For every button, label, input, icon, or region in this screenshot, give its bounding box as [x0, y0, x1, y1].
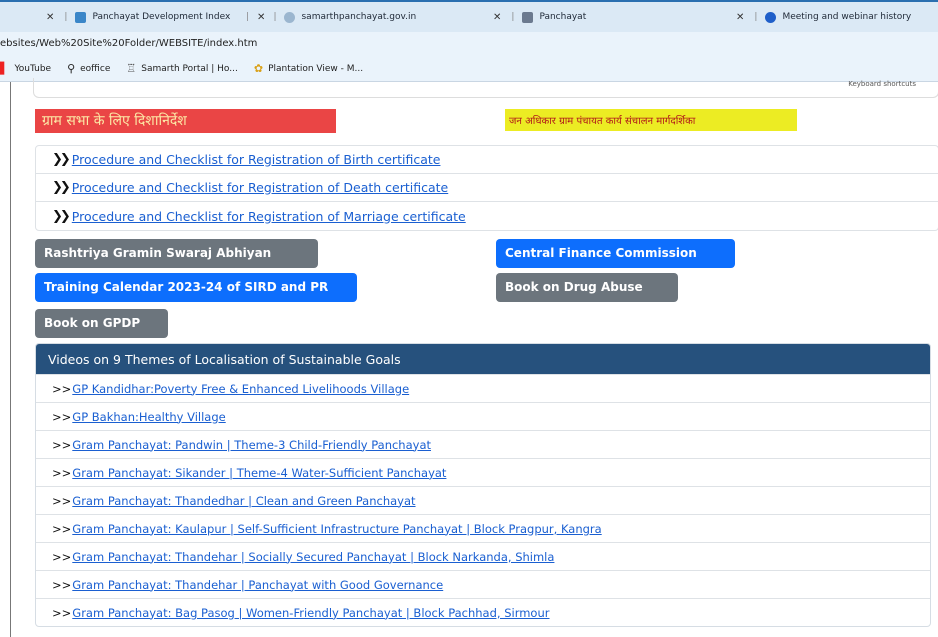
bookmark-label: eoffice: [80, 63, 111, 74]
map-card: Keyboard shortcuts: [33, 78, 938, 98]
bookmark-samarth-portal[interactable]: ♖ Samarth Portal | Ho...: [126, 62, 238, 75]
tab-title: Panchayat Development Index: [92, 12, 231, 22]
book-gpdp-button[interactable]: Book on GPDP: [35, 309, 168, 338]
bookmark-eoffice[interactable]: ⚲ eoffice: [67, 62, 110, 75]
video-link[interactable]: Gram Panchayat: Sikander | Theme-4 Water…: [72, 466, 446, 480]
bookmark-label: YouTube: [14, 63, 52, 74]
list-item: >> Gram Panchayat: Kaulapur | Self-Suffi…: [36, 514, 930, 542]
plant-icon: ✿: [253, 62, 264, 75]
list-item: >> Gram Panchayat: Bag Pasog | Women-Fri…: [36, 598, 930, 626]
death-certificate-link[interactable]: Procedure and Checklist for Registration…: [72, 180, 448, 195]
double-chevron-icon: ❯❯: [52, 180, 71, 195]
web-page: Keyboard shortcuts ग्राम सभा के लिए दिशा…: [10, 78, 938, 637]
list-item: >> GP Kandidhar:Poverty Free & Enhanced …: [36, 374, 930, 402]
tab-meeting-webinar-history[interactable]: ✕ | Meeting and webinar history: [736, 2, 911, 32]
browser-tab-strip: ✕ | Panchayat Development Index | ✕ | sa…: [0, 0, 938, 32]
emblem-icon: ♖: [126, 62, 137, 75]
double-chevron-icon: ❯❯: [52, 208, 71, 224]
list-item: >> GP Bakhan:Healthy Village: [36, 402, 930, 430]
tab-favicon-icon: [75, 11, 87, 23]
rgsa-button[interactable]: Rashtriya Gramin Swaraj Abhiyan: [35, 239, 318, 268]
list-item: >> Gram Panchayat: Thandedhar | Clean an…: [36, 486, 930, 514]
search-icon: ⚲: [67, 62, 76, 75]
video-link[interactable]: GP Bakhan:Healthy Village: [72, 410, 225, 424]
tab-close-icon[interactable]: ✕: [46, 12, 54, 23]
zoom-favicon-icon: [765, 11, 777, 23]
list-item: >> Gram Panchayat: Pandwin | Theme-3 Chi…: [36, 430, 930, 458]
video-link[interactable]: Gram Panchayat: Bag Pasog | Women-Friend…: [72, 606, 549, 620]
keyboard-shortcuts-link[interactable]: Keyboard shortcuts: [848, 80, 916, 88]
central-finance-commission-button[interactable]: Central Finance Commission: [496, 239, 735, 268]
tab-title: samarthpanchayat.gov.in: [301, 12, 417, 22]
tab-close-icon[interactable]: ✕: [493, 12, 501, 23]
youtube-icon: ▌: [0, 62, 9, 75]
training-calendar-button[interactable]: Training Calendar 2023-24 of SIRD and PR: [35, 273, 357, 302]
tab-title: Panchayat: [539, 12, 587, 22]
tab-title: Meeting and webinar history: [782, 12, 912, 22]
list-item: ❯❯ Procedure and Checklist for Registrat…: [36, 202, 938, 230]
registration-checklist-list: ❯❯ Procedure and Checklist for Registrat…: [35, 145, 938, 231]
tab-favicon-icon: [284, 11, 296, 23]
bookmark-plantation-view[interactable]: ✿ Plantation View - M...: [254, 62, 363, 75]
birth-certificate-link[interactable]: Procedure and Checklist for Registration…: [72, 152, 441, 167]
address-bar[interactable]: ebsites/Web%20Site%20Folder/WEBSITE/inde…: [0, 32, 938, 56]
video-link[interactable]: Gram Panchayat: Pandwin | Theme-3 Child-…: [72, 438, 431, 452]
bookmark-youtube[interactable]: ▌ YouTube: [0, 62, 51, 75]
video-link[interactable]: GP Kandidhar:Poverty Free & Enhanced Liv…: [72, 382, 409, 396]
bookmark-label: Plantation View - M...: [268, 63, 364, 74]
tab-close-icon[interactable]: ✕: [736, 12, 744, 23]
marriage-certificate-link[interactable]: Procedure and Checklist for Registration…: [72, 209, 466, 224]
video-link[interactable]: Gram Panchayat: Thandedhar | Clean and G…: [72, 494, 415, 508]
tab-favicon-icon: [522, 11, 534, 23]
list-item: >> Gram Panchayat: Thandehar | Panchayat…: [36, 570, 930, 598]
list-item: >> Gram Panchayat: Thandehar | Socially …: [36, 542, 930, 570]
gram-sabha-guidelines-banner[interactable]: ग्राम सभा के लिए दिशानिर्देश: [35, 109, 336, 133]
bookmark-label: Samarth Portal | Ho...: [141, 63, 238, 74]
list-item: ❯❯ Procedure and Checklist for Registrat…: [36, 174, 938, 202]
tab-samarthpanchayat[interactable]: | ✕ | samarthpanchayat.gov.in: [246, 2, 416, 32]
tab-close-icon[interactable]: ✕: [257, 12, 265, 23]
tab-panchayat[interactable]: ✕ | Panchayat: [493, 2, 586, 32]
panel-heading: Videos on 9 Themes of Localisation of Su…: [36, 344, 930, 374]
tab-panchayat-development-index[interactable]: ✕ | Panchayat Development Index: [46, 2, 230, 32]
jan-adhikar-guide-banner[interactable]: जन अधिकार ग्राम पंचायत कार्य संचालन मार्…: [505, 109, 797, 131]
video-link[interactable]: Gram Panchayat: Thandehar | Panchayat wi…: [72, 578, 443, 592]
double-chevron-icon: ❯❯: [52, 152, 71, 167]
list-item: ❯❯ Procedure and Checklist for Registrat…: [36, 146, 938, 174]
sdg-videos-panel: Videos on 9 Themes of Localisation of Su…: [35, 343, 931, 627]
url-text: ebsites/Web%20Site%20Folder/WEBSITE/inde…: [0, 38, 258, 49]
video-link[interactable]: Gram Panchayat: Kaulapur | Self-Sufficie…: [72, 522, 601, 536]
video-link[interactable]: Gram Panchayat: Thandehar | Socially Sec…: [72, 550, 554, 564]
book-drug-abuse-button[interactable]: Book on Drug Abuse: [496, 273, 678, 302]
list-item: >> Gram Panchayat: Sikander | Theme-4 Wa…: [36, 458, 930, 486]
